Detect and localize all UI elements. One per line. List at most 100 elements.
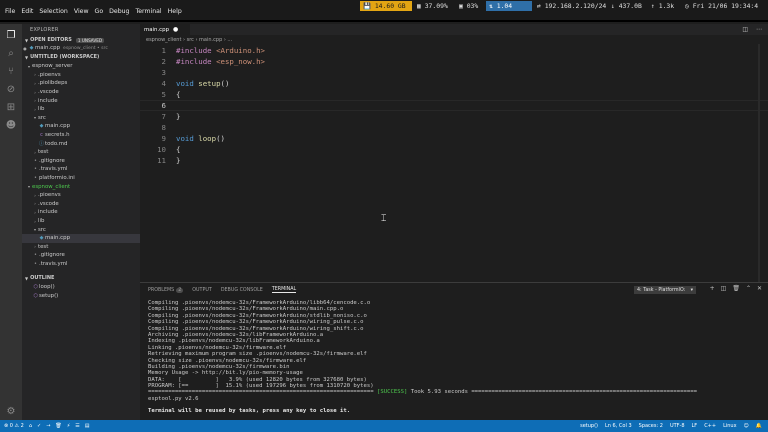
tree-folder[interactable]: › .pioenvs (22, 71, 140, 80)
status-item[interactable]: Spaces: 2 (639, 423, 663, 429)
outline-item[interactable]: ⬡ loop() (22, 283, 140, 292)
tree-item-label: include (38, 209, 58, 216)
menu-selection[interactable]: Selection (36, 8, 71, 15)
tree-folder[interactable]: ▾ src (22, 225, 140, 234)
tree-folder[interactable]: › test (22, 243, 140, 252)
platformio-icon[interactable]: ☻ (4, 118, 18, 132)
platformio-toolbar-icon[interactable]: ⚡ (67, 423, 71, 429)
problems-status[interactable]: ⊗ 0 ⚠ 2 (4, 423, 24, 429)
explorer-icon[interactable]: ❐ (4, 28, 18, 42)
tree-file[interactable]: • .travis.yml (22, 260, 140, 269)
kill-terminal-icon[interactable]: 🗑 (732, 285, 740, 292)
tree-file[interactable]: ◆ main.cpp (22, 122, 140, 131)
unsaved-dot-icon[interactable]: ● (173, 26, 178, 33)
code-line: 7 } (140, 111, 768, 122)
outline-item[interactable]: ⬡ setup() (22, 292, 140, 301)
chevron-down-icon: ▼ (25, 54, 29, 60)
open-editors-header[interactable]: ▼ OPEN EDITORS 1 UNSAVED (22, 36, 140, 44)
tree-file[interactable]: • .travis.yml (22, 165, 140, 174)
menu-debug[interactable]: Debug (106, 8, 132, 15)
tree-folder[interactable]: › .pioenvs (22, 191, 140, 200)
tab-main-cpp[interactable]: main.cpp ● (140, 24, 190, 35)
status-item[interactable]: Linux (723, 423, 736, 429)
open-editor-item[interactable]: ● ◆ main.cpp espnow_client • src (22, 44, 140, 53)
code-line: 2 #include <esp_now.h> (140, 56, 768, 67)
tree-folder[interactable]: ▾ src (22, 114, 140, 123)
tree-folder[interactable]: › .vscode (22, 200, 140, 209)
settings-gear-icon[interactable]: ⚙ (4, 404, 18, 418)
method-icon: ⬡ (33, 284, 38, 291)
status-item[interactable]: C++ (704, 423, 716, 429)
bottom-panel: PROBLEMS 2 OUTPUT DEBUG CONSOLE TERMINAL … (140, 282, 768, 420)
status-right: setup() Ln 6, Col 3 Spaces: 2 UTF-8 LF C++ Lin… (580, 420, 762, 432)
tree-file[interactable]: • .gitignore (22, 157, 140, 166)
status-item[interactable]: 🔔 (756, 423, 762, 429)
tree-root-folder[interactable]: ▾ espnow_client (22, 182, 140, 191)
tab-terminal[interactable]: TERMINAL (271, 287, 297, 293)
tree-file[interactable]: • .gitignore (22, 251, 140, 260)
tab-problems[interactable]: PROBLEMS 2 (148, 287, 184, 293)
close-panel-icon[interactable]: ✕ (757, 285, 762, 292)
tree-folder[interactable]: › include (22, 96, 140, 105)
tree-folder[interactable]: › .vscode (22, 88, 140, 97)
status-item[interactable]: LF (692, 423, 698, 429)
outline-header[interactable]: ▼ OUTLINE (22, 274, 140, 282)
tab-label: main.cpp (144, 26, 169, 33)
workspace-header[interactable]: ▼ UNTITLED (WORKSPACE) (22, 53, 140, 61)
status-bar: ⊗ 0 ⚠ 2 ⌂ ✓ → 🗑 ⚡ ☰ ▤ setup() Ln 6, Col 3 Spaces:… (0, 420, 768, 432)
tree-folder[interactable]: › lib (22, 217, 140, 226)
menu-edit[interactable]: Edit (18, 8, 36, 15)
debug-icon[interactable]: ⊘ (4, 82, 18, 96)
platformio-toolbar-icon[interactable]: → (46, 423, 50, 429)
status-item[interactable]: ☺ (744, 423, 749, 429)
tree-file[interactable]: ◆ main.cpp (22, 234, 140, 243)
new-terminal-icon[interactable]: + (710, 285, 715, 292)
memory-status: ▣ 03% (459, 2, 479, 10)
menu-terminal[interactable]: Terminal (133, 8, 165, 15)
cpu-value: 37.09% (424, 2, 448, 10)
tree-item-label: .pioenvs (38, 192, 61, 199)
terminal-select[interactable]: 4: Task - PlatformIO: ▾ (634, 286, 696, 294)
terminal-output[interactable]: Compiling .pioenvs/nodemcu-32s/Framework… (148, 300, 760, 402)
code-text: } (176, 112, 181, 121)
split-terminal-icon[interactable]: ◫ (721, 285, 727, 292)
status-item[interactable]: Ln 6, Col 3 (605, 423, 632, 429)
code-editor[interactable]: 1 #include <Arduino.h> 2 #include <esp_n… (140, 44, 768, 282)
menu-go[interactable]: Go (92, 8, 107, 15)
open-editor-file: main.cpp (35, 45, 60, 52)
tab-output[interactable]: OUTPUT (192, 288, 212, 293)
unsaved-badge: 1 UNSAVED (75, 37, 105, 43)
platformio-toolbar-icon[interactable]: ✓ (37, 423, 41, 429)
breadcrumb[interactable]: espnow_client › src › main.cpp › ... (140, 35, 768, 44)
tree-folder[interactable]: › test (22, 148, 140, 157)
code-line: 9 void loop() (140, 133, 768, 144)
status-item[interactable]: setup() (580, 423, 598, 429)
platformio-toolbar-icon[interactable]: ☰ (75, 423, 79, 429)
editor-scrollbar[interactable] (758, 44, 760, 282)
menu-help[interactable]: Help (165, 8, 185, 15)
tree-folder[interactable]: › include (22, 208, 140, 217)
menu-view[interactable]: View (71, 8, 92, 15)
tree-folder[interactable]: › .piolibdeps (22, 79, 140, 88)
download-status: ↓ 437.0B (611, 2, 642, 10)
more-actions-icon[interactable]: ⋯ (756, 26, 762, 33)
platformio-toolbar-icon[interactable]: 🗑 (55, 423, 61, 429)
source-control-icon[interactable]: ⑂ (4, 64, 18, 78)
tree-file[interactable]: ⓘ todo.md (22, 139, 140, 148)
platformio-toolbar-icon[interactable]: ⌂ (29, 423, 32, 429)
platformio-toolbar-icon[interactable]: ▤ (85, 423, 90, 429)
menu-file[interactable]: File (2, 8, 18, 15)
tree-item-label: espnow_client (32, 183, 71, 190)
tree-item-label: .gitignore (39, 157, 65, 164)
tree-root-folder[interactable]: ▾ espnow_server (22, 62, 140, 71)
tab-debug-console[interactable]: DEBUG CONSOLE (221, 288, 263, 293)
tree-file[interactable]: c secrets.h (22, 131, 140, 140)
search-icon[interactable]: ⌕ (4, 46, 18, 60)
maximize-panel-icon[interactable]: ⌃ (746, 285, 751, 292)
status-item[interactable]: UTF-8 (670, 423, 685, 429)
split-editor-icon[interactable]: ◫ (742, 26, 748, 33)
tree-file[interactable]: • platformio.ini (22, 174, 140, 183)
outline-item-label: setup() (39, 293, 59, 300)
tree-folder[interactable]: › lib (22, 105, 140, 114)
extensions-icon[interactable]: ⊞ (4, 100, 18, 114)
